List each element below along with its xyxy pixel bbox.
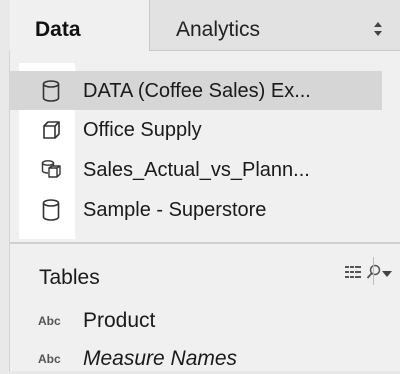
data-source-item[interactable]: Sales_Actual_vs_Plann... — [10, 150, 382, 189]
tables-title: Tables — [39, 266, 100, 289]
tab-analytics[interactable]: Analytics — [149, 0, 400, 51]
panel-tab-bar: Data Analytics — [0, 0, 400, 51]
database-cylinder-icon — [42, 80, 60, 102]
data-source-name: DATA (Coffee Sales) Ex... — [83, 80, 311, 102]
data-source-item[interactable]: DATA (Coffee Sales) Ex... — [10, 71, 382, 110]
search-icon[interactable] — [366, 264, 382, 280]
cube-icon — [43, 121, 60, 139]
data-source-name: Office Supply — [83, 119, 202, 141]
field-name: Product — [83, 309, 156, 332]
data-source-name: Sample - Superstore — [83, 199, 267, 221]
tab-data-label: Data — [35, 18, 81, 41]
string-type-badge: Abc — [38, 352, 61, 366]
toolbar-divider — [373, 257, 374, 285]
data-source-item[interactable]: Sample - Superstore — [10, 190, 382, 229]
database-cylinder-icon — [42, 199, 60, 221]
field-name: Measure Names — [83, 347, 238, 370]
dropdown-menu-icon[interactable] — [381, 269, 393, 279]
field-item[interactable]: Abc Measure Names — [10, 344, 400, 374]
tab-data[interactable]: Data — [10, 0, 149, 51]
federated-source-icon — [41, 160, 61, 178]
list-view-icon[interactable] — [345, 265, 361, 279]
data-source-item[interactable]: Office Supply — [10, 110, 382, 149]
sort-arrows-icon[interactable] — [373, 20, 383, 38]
data-source-name: Sales_Actual_vs_Plann... — [83, 159, 310, 181]
string-type-badge: Abc — [38, 314, 61, 328]
field-item[interactable]: Abc Product — [10, 306, 400, 336]
tab-analytics-label: Analytics — [176, 18, 261, 41]
left-edge — [0, 0, 10, 371]
